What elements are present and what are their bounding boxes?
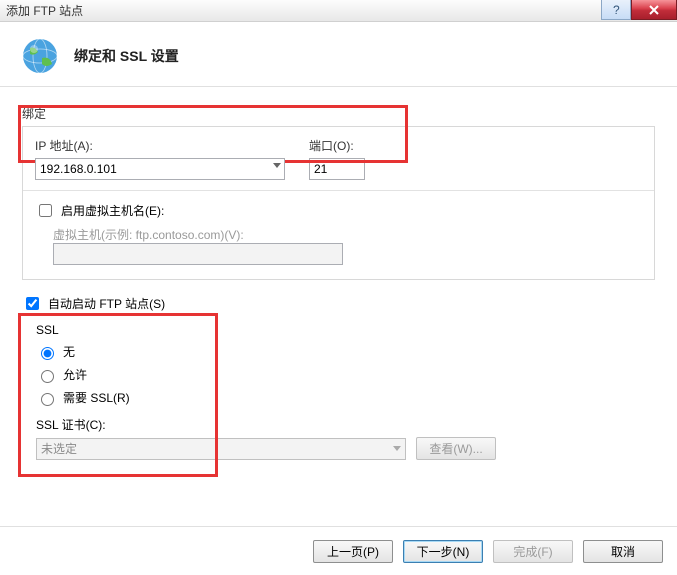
next-button[interactable]: 下一步(N): [403, 540, 483, 563]
ssl-group: SSL 无 允许 需要 SSL(R) SSL 证书(C): 未选定 查看(W).…: [22, 323, 655, 460]
content-area: 绑定 IP 地址(A): 端口(O): 启用虚拟主机名(E): 虚拟主机(示例:…: [0, 87, 677, 460]
footer-divider: [0, 526, 677, 527]
vhost-label: 虚拟主机(示例: ftp.contoso.com)(V):: [53, 226, 642, 243]
ssl-none-label: 无: [63, 343, 75, 360]
finish-button: 完成(F): [493, 540, 573, 563]
ssl-allow-radio[interactable]: [41, 370, 54, 383]
window-title: 添加 FTP 站点: [6, 2, 83, 19]
autostart-label: 自动启动 FTP 站点(S): [48, 295, 165, 312]
close-button[interactable]: [631, 0, 677, 20]
enable-vhost-checkbox[interactable]: [39, 204, 52, 217]
cancel-button[interactable]: 取消: [583, 540, 663, 563]
enable-vhost-label: 启用虚拟主机名(E):: [61, 202, 164, 219]
prev-button[interactable]: 上一页(P): [313, 540, 393, 563]
binding-panel: IP 地址(A): 端口(O): 启用虚拟主机名(E): 虚拟主机(示例: ft…: [22, 126, 655, 280]
ip-address-combo[interactable]: [35, 158, 285, 180]
ssl-group-label: SSL: [36, 323, 655, 337]
vhost-input: [53, 243, 343, 265]
ssl-require-label: 需要 SSL(R): [63, 389, 130, 406]
ssl-allow-label: 允许: [63, 366, 87, 383]
ssl-cert-label: SSL 证书(C):: [36, 416, 655, 433]
svg-text:?: ?: [613, 5, 620, 15]
wizard-buttons: 上一页(P) 下一步(N) 完成(F) 取消: [313, 540, 663, 563]
window-buttons: ?: [601, 0, 677, 20]
ip-address-input[interactable]: [35, 158, 285, 180]
titlebar: 添加 FTP 站点 ?: [0, 0, 677, 22]
globe-icon: [20, 36, 60, 76]
chevron-down-icon: [393, 446, 401, 451]
ssl-cert-value: 未选定: [41, 440, 77, 457]
panel-divider: [23, 190, 654, 191]
ssl-cert-select: 未选定: [36, 438, 406, 460]
ssl-require-radio[interactable]: [41, 393, 54, 406]
port-label: 端口(O):: [309, 137, 365, 154]
wizard-header: 绑定和 SSL 设置: [0, 22, 677, 86]
page-title: 绑定和 SSL 设置: [74, 46, 179, 66]
binding-group-label: 绑定: [22, 105, 655, 122]
port-input[interactable]: [309, 158, 365, 180]
ssl-none-radio[interactable]: [41, 347, 54, 360]
help-button[interactable]: ?: [601, 0, 631, 20]
view-cert-button: 查看(W)...: [416, 437, 496, 460]
ip-address-label: IP 地址(A):: [35, 137, 285, 154]
autostart-checkbox[interactable]: [26, 297, 39, 310]
